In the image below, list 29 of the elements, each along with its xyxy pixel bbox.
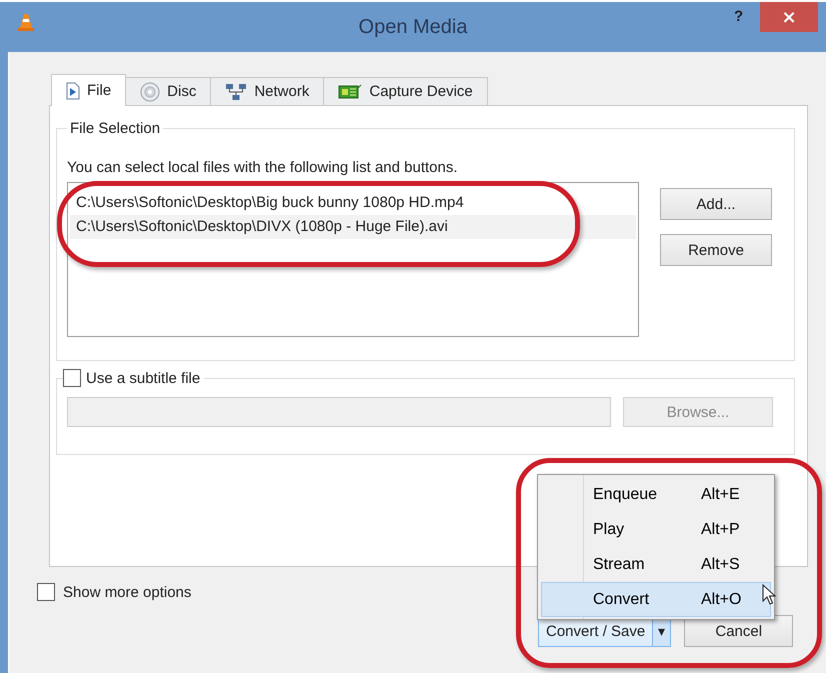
traffic-cone-icon (16, 12, 36, 32)
mouse-cursor-icon (762, 584, 776, 606)
close-button[interactable]: × (760, 2, 818, 32)
subtitle-path-field[interactable] (67, 397, 611, 427)
checkbox[interactable] (37, 583, 55, 601)
disc-icon (140, 82, 160, 102)
tab[interactable]: File (51, 74, 126, 106)
file-list[interactable]: C:\Users\Softonic\Desktop\Big buck bunny 1080p HD.mp4 C:\Users\Softonic\Desktop\DIVX (1080p - Huge File).avi (67, 182, 639, 337)
menu-item[interactable]: Stream Alt+S (541, 547, 771, 582)
remove-button[interactable]: Remove (660, 234, 772, 266)
hint-text: You can select local files with the following list and buttons. (67, 159, 459, 176)
checkbox-label[interactable]: Use a subtitle file (86, 370, 200, 386)
tab[interactable]: Disc (125, 77, 212, 105)
file-list-item[interactable]: C:\Users\Softonic\Desktop\DIVX (1080p - Huge File).avi (70, 215, 636, 239)
group-title: File Selection (69, 120, 162, 137)
capture-card-icon (338, 82, 362, 100)
window-title: Open Media (358, 16, 468, 38)
file-list-item[interactable]: C:\Users\Softonic\Desktop\Big buck bunny 1080p HD.mp4 (70, 191, 636, 215)
checkbox[interactable] (63, 369, 81, 387)
tab[interactable]: Network (210, 77, 324, 105)
menu-item[interactable]: Enqueue Alt+E (541, 477, 771, 512)
tab[interactable]: Capture Device (323, 77, 488, 105)
menu-item[interactable]: Play Alt+P (541, 512, 771, 547)
file-icon (66, 82, 80, 100)
help-button[interactable]: ? (728, 8, 750, 25)
menu-item[interactable]: Convert Alt+O (541, 582, 771, 617)
checkbox-label[interactable]: Show more options (63, 584, 192, 600)
network-icon (225, 82, 248, 100)
add-button[interactable]: Add... (660, 188, 772, 220)
